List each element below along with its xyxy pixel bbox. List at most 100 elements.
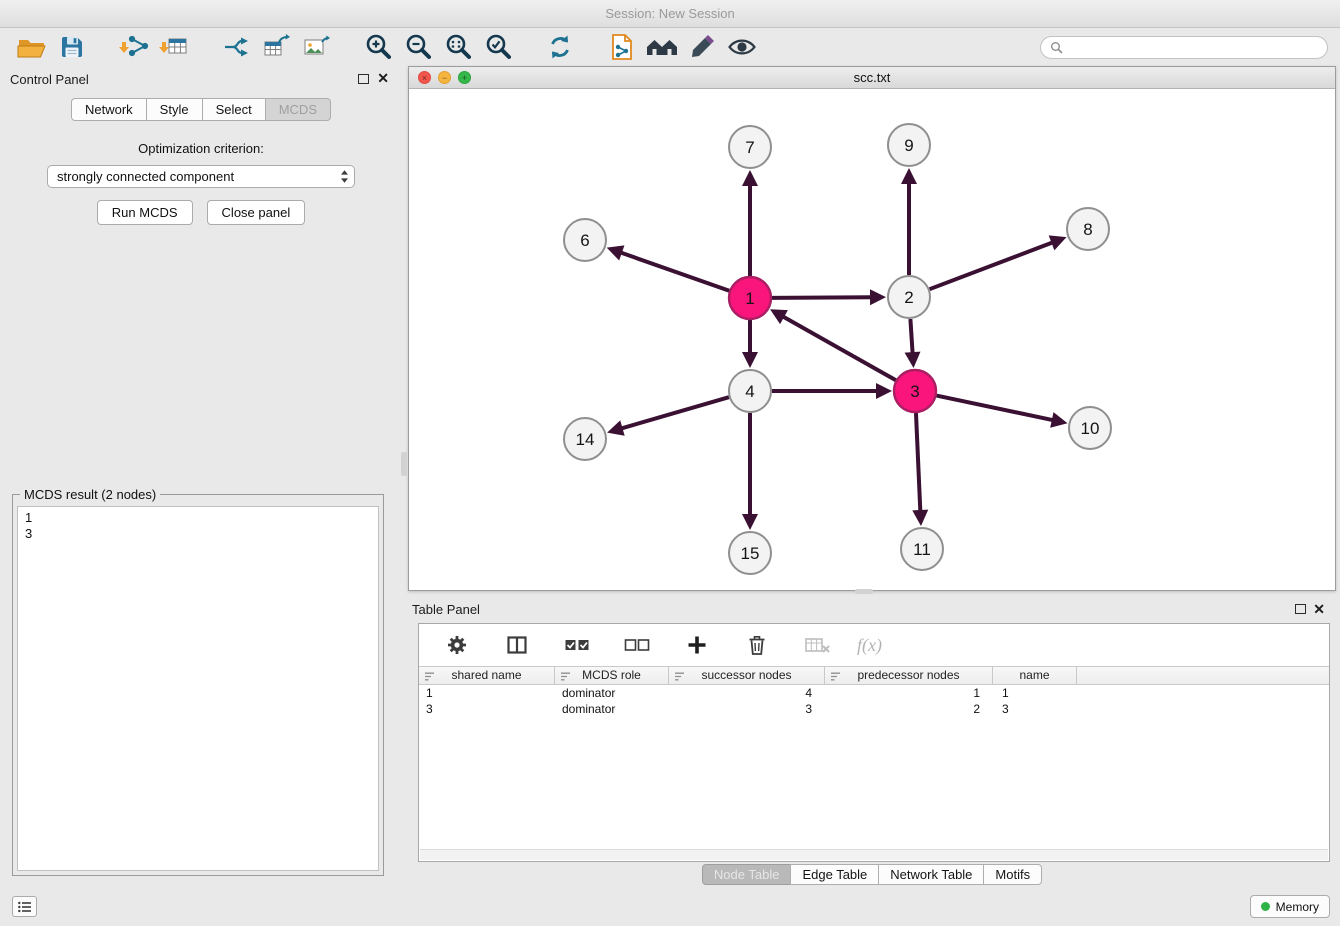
add-column-button[interactable] xyxy=(677,629,717,661)
graph-node-label: 15 xyxy=(741,544,760,563)
optimization-criterion-dropdown[interactable]: strongly connected component xyxy=(47,165,355,188)
float-table-panel-icon[interactable] xyxy=(1295,604,1306,614)
graph-edge-arrowhead xyxy=(742,352,758,368)
close-panel-icon[interactable]: ✕ xyxy=(377,71,389,85)
graph-edge[interactable] xyxy=(621,397,729,429)
dropdown-stepper-icon xyxy=(340,169,349,184)
zoom-selected-button[interactable] xyxy=(478,31,518,63)
zoom-fit-button[interactable] xyxy=(438,31,478,63)
search-box[interactable] xyxy=(1040,36,1328,59)
table-cell: dominator xyxy=(555,701,669,717)
graph-node-label: 14 xyxy=(576,430,595,449)
save-session-button[interactable] xyxy=(52,31,92,63)
tab-motifs[interactable]: Motifs xyxy=(983,864,1042,885)
table-row[interactable]: 3dominator323 xyxy=(419,701,1329,717)
column-header-predecessor-nodes[interactable]: predecessor nodes xyxy=(825,667,993,684)
graph-edge[interactable] xyxy=(930,242,1054,289)
tab-mcds[interactable]: MCDS xyxy=(265,98,331,121)
export-image-button[interactable] xyxy=(296,31,336,63)
zoom-in-button[interactable] xyxy=(358,31,398,63)
column-header-successor-nodes[interactable]: successor nodes xyxy=(669,667,825,684)
table-settings-button[interactable] xyxy=(437,629,477,661)
column-header-shared-name[interactable]: shared name xyxy=(419,667,555,684)
table-cell: 1 xyxy=(419,685,555,701)
document-share-icon xyxy=(609,33,635,61)
open-session-button[interactable] xyxy=(12,31,52,63)
tab-select[interactable]: Select xyxy=(202,98,266,121)
graph-edge[interactable] xyxy=(620,252,729,290)
close-table-panel-icon[interactable]: ✕ xyxy=(1313,601,1325,618)
graph-node-label: 3 xyxy=(910,382,919,401)
graph-node-label: 10 xyxy=(1081,419,1100,438)
graph-edge[interactable] xyxy=(937,396,1054,421)
graph-edge[interactable] xyxy=(916,413,920,512)
tab-edge-table[interactable]: Edge Table xyxy=(790,864,879,885)
mcds-result-list[interactable]: 13 xyxy=(17,506,379,871)
network-canvas[interactable]: 7968124314101511 xyxy=(409,89,1335,590)
float-panel-icon[interactable] xyxy=(358,74,369,84)
graph-node-label: 2 xyxy=(904,288,913,307)
import-network-button[interactable] xyxy=(114,31,154,63)
zoom-out-button[interactable] xyxy=(398,31,438,63)
graph-edge[interactable] xyxy=(772,297,872,298)
panel-splitter-grip-vertical[interactable] xyxy=(401,452,407,476)
new-network-button[interactable] xyxy=(216,31,256,63)
tasks-history-button[interactable] xyxy=(12,896,37,917)
table-panel: Table Panel ✕ xyxy=(408,597,1336,886)
panel-splitter-grip-horizontal[interactable] xyxy=(855,589,873,594)
node-table-body[interactable]: 1dominator4113dominator323 xyxy=(419,685,1329,849)
result-item[interactable]: 1 xyxy=(25,510,371,526)
result-item[interactable]: 3 xyxy=(25,526,371,542)
close-panel-button[interactable]: Close panel xyxy=(207,200,306,225)
tab-style[interactable]: Style xyxy=(146,98,203,121)
column-header-mcds-role[interactable]: MCDS role xyxy=(555,667,669,684)
eye-icon xyxy=(727,36,757,58)
network-window-title: scc.txt xyxy=(409,67,1335,89)
column-header-label: MCDS role xyxy=(582,668,641,682)
import-table-button[interactable] xyxy=(154,31,194,63)
table-cell: 3 xyxy=(669,701,825,717)
close-window-button[interactable]: × xyxy=(418,71,431,84)
run-mcds-button[interactable]: Run MCDS xyxy=(97,200,193,225)
select-all-button[interactable] xyxy=(557,629,597,661)
search-input[interactable] xyxy=(1069,40,1318,54)
style-brush-button[interactable] xyxy=(682,31,722,63)
import-table-icon xyxy=(159,34,189,60)
graph-edge[interactable] xyxy=(910,319,912,354)
zoom-window-button[interactable]: + xyxy=(458,71,471,84)
column-layout-button[interactable] xyxy=(497,629,537,661)
new-table-button[interactable] xyxy=(256,31,296,63)
refresh-button[interactable] xyxy=(540,31,580,63)
column-header-name[interactable]: name xyxy=(993,667,1077,684)
tab-network[interactable]: Network xyxy=(71,98,147,121)
tab-network-table[interactable]: Network Table xyxy=(878,864,984,885)
table-row[interactable]: 1dominator411 xyxy=(419,685,1329,701)
graph-edge[interactable] xyxy=(782,316,896,380)
control-panel-header: Control Panel ✕ xyxy=(0,66,402,92)
optimization-criterion-label: Optimization criterion: xyxy=(0,141,402,156)
open-document-button[interactable] xyxy=(602,31,642,63)
image-export-icon xyxy=(302,34,330,60)
tab-node-table[interactable]: Node Table xyxy=(702,864,792,885)
network-window-titlebar[interactable]: × − + scc.txt xyxy=(409,67,1335,89)
control-panel-tabs: Network Style Select MCDS xyxy=(0,98,402,121)
minimize-window-button[interactable]: − xyxy=(438,71,451,84)
table-toolbar: f(x) xyxy=(419,624,1329,666)
mcds-result-group: MCDS result (2 nodes) 13 xyxy=(12,494,384,876)
table-cell: 3 xyxy=(419,701,555,717)
horizontal-scrollbar[interactable] xyxy=(420,849,1328,860)
memory-button[interactable]: Memory xyxy=(1250,895,1330,918)
import-network-icon xyxy=(119,34,149,60)
delete-column-button[interactable] xyxy=(737,629,777,661)
overview-button[interactable] xyxy=(642,31,682,63)
brush-icon xyxy=(689,34,715,60)
toggle-visibility-button[interactable] xyxy=(722,31,762,63)
table-cell: 4 xyxy=(669,685,825,701)
network-branch-icon xyxy=(222,34,250,60)
homes-icon xyxy=(645,35,679,59)
table-cell: 2 xyxy=(825,701,993,717)
graph-edge-arrowhead xyxy=(742,170,758,186)
deselect-all-button[interactable] xyxy=(617,629,657,661)
graph-edge-arrowhead xyxy=(901,168,917,184)
table-cell: 1 xyxy=(825,685,993,701)
